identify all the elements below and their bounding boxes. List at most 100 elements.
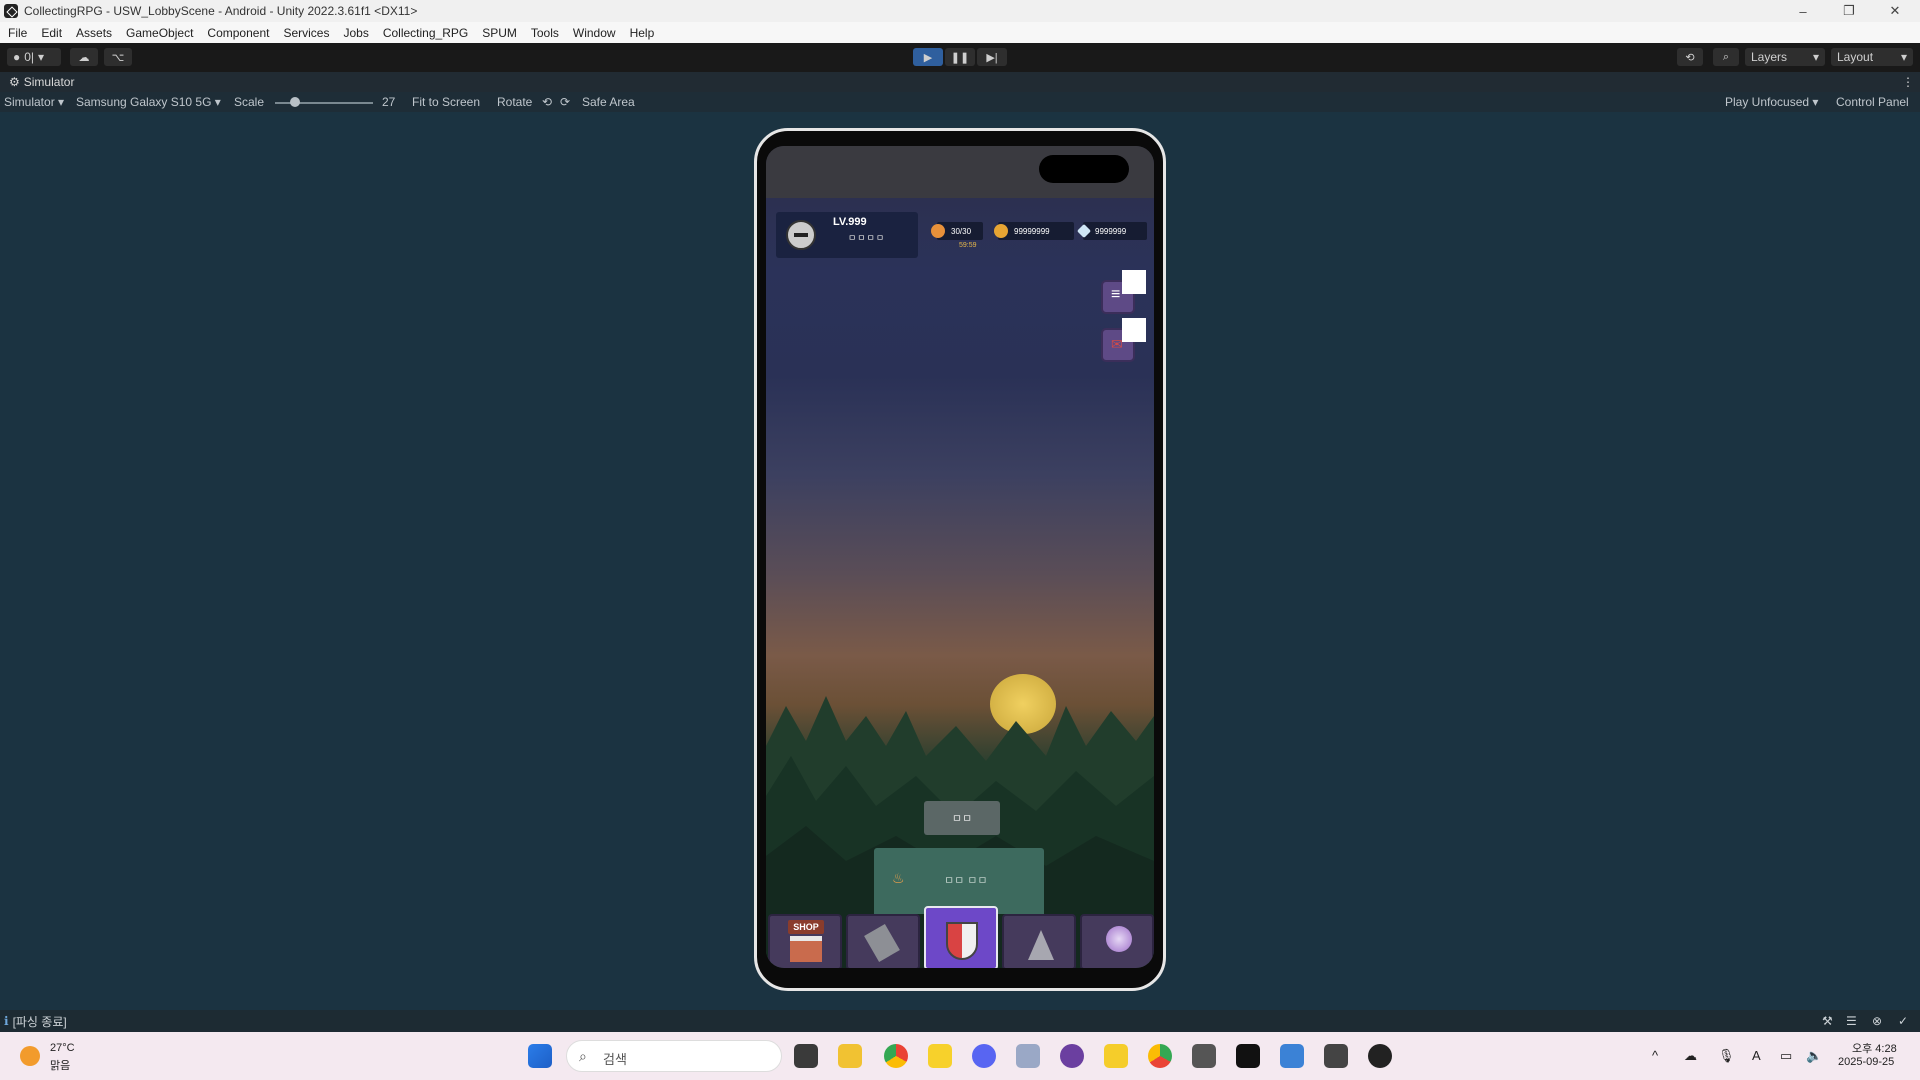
safe-area-toggle[interactable]: Safe Area	[582, 95, 635, 109]
discord-icon[interactable]	[972, 1044, 996, 1068]
step-icon: ▶|	[986, 51, 998, 64]
nav-battle-button[interactable]	[924, 906, 998, 968]
play-mode-dropdown[interactable]: Play Unfocused ▾	[1725, 95, 1818, 109]
menu-services[interactable]: Services	[283, 26, 329, 40]
unity-app-icon[interactable]	[1368, 1044, 1392, 1068]
github-desktop-icon[interactable]	[1060, 1044, 1084, 1068]
close-button[interactable]: ✕	[1872, 0, 1918, 22]
search-placeholder: 검색	[603, 1052, 627, 1067]
ime-indicator[interactable]: A	[1752, 1048, 1761, 1063]
more-options-icon[interactable]: ⋮	[1902, 75, 1914, 89]
menu-collecting-rpg[interactable]: Collecting_RPG	[383, 26, 468, 40]
fit-to-screen-button[interactable]: Fit to Screen	[412, 95, 480, 109]
simulator-tab-label: Simulator	[23, 75, 75, 89]
step-button[interactable]: ▶|	[977, 48, 1007, 66]
rotate-right-icon[interactable]: ⟳	[560, 95, 570, 109]
nav-summon-button[interactable]	[1080, 914, 1154, 968]
snipping-tool-icon[interactable]	[1016, 1044, 1040, 1068]
menu-window[interactable]: Window	[573, 26, 616, 40]
unity-editor-icon[interactable]	[1324, 1044, 1348, 1068]
play-button[interactable]: ▶	[913, 48, 943, 66]
letter-icon: ✉	[1111, 336, 1123, 352]
menu-help[interactable]: Help	[630, 26, 655, 40]
info-panel[interactable]: ♨ ㅁㅁ ㅁㅁ	[874, 848, 1044, 914]
onedrive-off-icon[interactable]: ☁	[1684, 1048, 1697, 1064]
chrome-icon[interactable]	[884, 1044, 908, 1068]
menu-gameobject[interactable]: GameObject	[126, 26, 193, 40]
simulator-tab[interactable]: ⚙ Simulator ⋮	[0, 72, 1920, 92]
menu-tools[interactable]: Tools	[531, 26, 559, 40]
rotate-left-icon[interactable]: ⟲	[542, 95, 552, 109]
game-screen[interactable]: LV.999 ㅁㅁㅁㅁ 30/30 59:59 99999999 9999999…	[766, 146, 1154, 968]
pause-button[interactable]: ❚❚	[945, 48, 975, 66]
center-label-box[interactable]: ㅁㅁ	[924, 801, 1000, 835]
kakaotalk-icon[interactable]	[928, 1044, 952, 1068]
search-icon[interactable]: ⌕	[1713, 48, 1739, 66]
layout-dropdown[interactable]: Layout ▾	[1831, 48, 1913, 66]
network-icon[interactable]: ▭	[1780, 1048, 1792, 1064]
menu-edit[interactable]: Edit	[41, 26, 62, 40]
pause-icon: ❚❚	[950, 51, 970, 64]
notification-badge	[1122, 318, 1146, 342]
notepad-icon[interactable]	[1280, 1044, 1304, 1068]
nav-forge-button[interactable]	[846, 914, 920, 968]
camera-cutout	[1039, 155, 1129, 183]
layers-stack-icon[interactable]: ☰	[1846, 1014, 1857, 1028]
gold-coin-icon	[994, 224, 1008, 238]
nav-camp-button[interactable]	[1002, 914, 1076, 968]
simulator-tab-icon: ⚙	[9, 75, 20, 89]
menu-file[interactable]: File	[8, 26, 27, 40]
microphone-icon[interactable]: 🎙	[1718, 1048, 1735, 1064]
check-icon[interactable]: ✓	[1898, 1014, 1908, 1028]
player-level: LV.999	[833, 216, 867, 228]
debug-icon[interactable]: ⚒	[1822, 1014, 1833, 1028]
menu-assets[interactable]: Assets	[76, 26, 112, 40]
tray-chevron-up-icon[interactable]: ^	[1652, 1048, 1658, 1063]
simulator-mode-dropdown[interactable]: Simulator ▾	[4, 95, 64, 109]
sticky-notes-icon[interactable]	[1104, 1044, 1128, 1068]
gold-counter: 99999999	[994, 222, 1074, 240]
play-icon: ▶	[923, 51, 933, 64]
scale-slider-handle[interactable]	[289, 97, 300, 107]
main-toolbar: ● 0| ▾ ☁ ⌥ ▶ ❚❚ ▶| ⟲ ⌕ Layers ▾ Layout ▾	[0, 43, 1920, 72]
minimize-button[interactable]: –	[1780, 0, 1826, 22]
jetbrains-icon[interactable]	[1236, 1044, 1260, 1068]
rotate-label: Rotate	[497, 95, 533, 109]
menu-component[interactable]: Component	[207, 26, 269, 40]
notification-badge	[1122, 270, 1146, 294]
account-icon: ●	[13, 50, 21, 64]
bottom-navigation: SHOP	[768, 906, 1154, 968]
restore-button[interactable]: ❐	[1826, 0, 1872, 22]
account-label: 0|	[24, 50, 35, 64]
account-dropdown[interactable]: ● 0| ▾	[7, 48, 61, 66]
chrome-profile-icon[interactable]	[1148, 1044, 1172, 1068]
layers-dropdown[interactable]: Layers ▾	[1745, 48, 1825, 66]
cloud-icon[interactable]: ☁	[70, 48, 98, 66]
control-panel-button[interactable]: Control Panel	[1836, 95, 1909, 109]
volume-icon[interactable]: 🔈	[1806, 1048, 1822, 1064]
chevron-down-icon: ▾	[1900, 50, 1907, 64]
shield-swords-icon	[946, 922, 978, 960]
menu-icon: ≡	[1111, 286, 1121, 303]
network-icon[interactable]: ⊗	[1872, 1014, 1882, 1028]
scale-label: Scale	[234, 95, 265, 109]
player-profile-panel[interactable]: LV.999 ㅁㅁㅁㅁ	[776, 212, 918, 258]
nav-shop-button[interactable]: SHOP	[768, 914, 842, 968]
device-dropdown[interactable]: Samsung Galaxy S10 5G ▾	[76, 95, 221, 109]
version-control-icon[interactable]: ⌥	[104, 48, 132, 66]
torch-icon: ♨	[892, 870, 905, 886]
history-icon[interactable]: ⟲	[1677, 48, 1703, 66]
status-message: [파싱 종료]	[12, 1014, 67, 1029]
weather-widget[interactable]: 27°C 맑음	[18, 1042, 98, 1072]
file-explorer-icon[interactable]	[838, 1044, 862, 1068]
windows-start-icon[interactable]	[528, 1044, 552, 1068]
menu-spum[interactable]: SPUM	[482, 26, 517, 40]
clock-date[interactable]: 2025-09-25	[1838, 1056, 1894, 1068]
clock-time[interactable]: 오후 4:28	[1852, 1040, 1897, 1056]
stamina-counter: 30/30	[931, 222, 983, 240]
menu-jobs[interactable]: Jobs	[343, 26, 368, 40]
stamina-icon	[931, 224, 945, 238]
taskbar-search[interactable]: ⌕ 검색	[566, 1040, 782, 1072]
task-view-icon[interactable]	[794, 1044, 818, 1068]
unity-hub-icon[interactable]	[1192, 1044, 1216, 1068]
